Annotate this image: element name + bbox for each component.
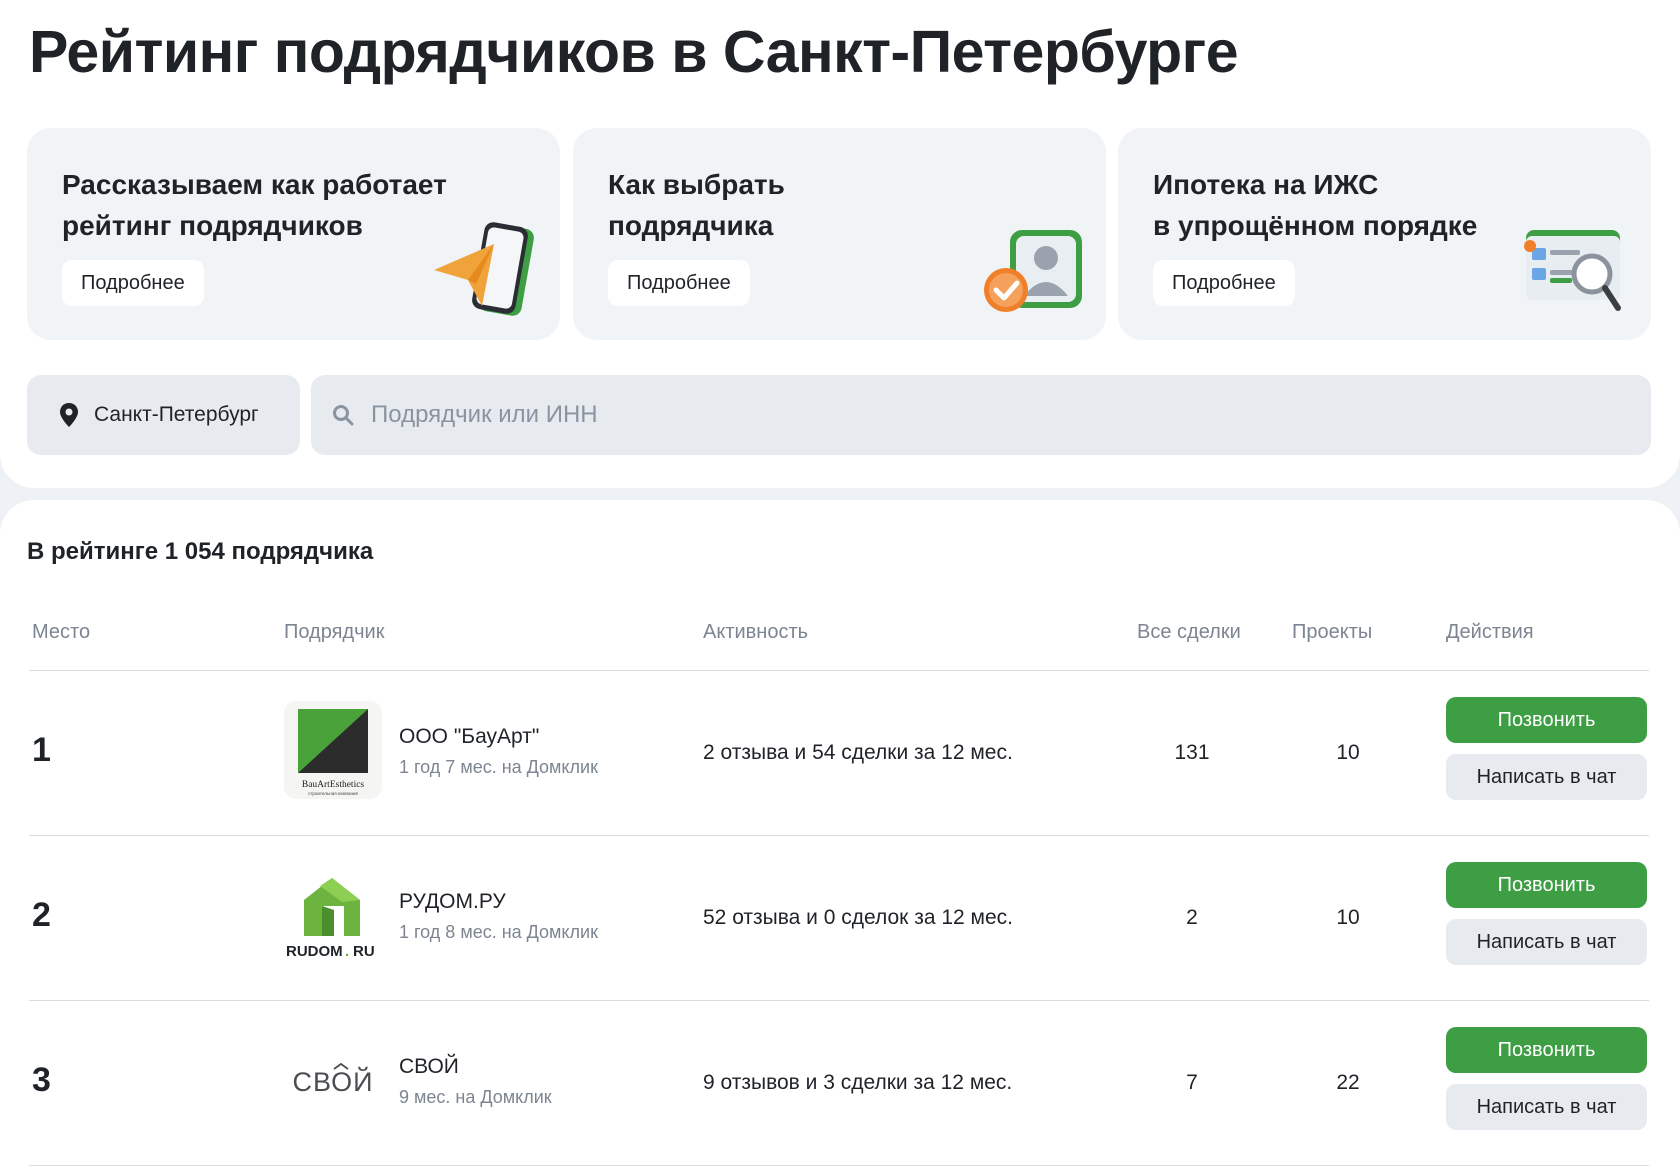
call-button[interactable]: Позвонить [1446,1027,1647,1073]
contractor-logo: RUDOM . RU [284,866,382,964]
chat-button[interactable]: Написать в чат [1446,754,1647,800]
column-header-contractor: Подрядчик [284,621,385,643]
column-header-place: Место [32,621,91,643]
contractor-name[interactable]: ООО "БауАрт" [399,725,539,749]
contractor-age: 1 год 8 мес. на Домклик [399,922,598,942]
contractor-name[interactable]: РУДОМ.РУ [399,890,506,914]
row-place: 1 [32,731,51,769]
promo-card-mortgage[interactable]: Ипотека на ИЖС в упрощённом порядке Подр… [1118,128,1651,340]
contractor-age: 9 мес. на Домклик [399,1087,552,1107]
column-header-projects: Проекты [1292,621,1373,643]
page-title: Рейтинг подрядчиков в Санкт-Петербурге [29,19,1239,85]
promo-title: Ипотека на ИЖС в упрощённом порядке [1153,169,1478,241]
svoy-logo: СВОЙ [292,1062,373,1097]
contractor-deals: 7 [1186,1071,1198,1094]
contractor-projects: 10 [1336,741,1360,764]
contractor-deals: 131 [1174,741,1210,764]
more-button[interactable]: Подробнее [608,260,750,306]
phone-paper-plane-icon [434,222,534,316]
promo-card-choose[interactable]: Как выбрать подрядчика Подробнее [573,128,1106,340]
column-header-actions: Действия [1446,621,1534,643]
browser-magnifier-icon [1524,230,1621,311]
table-row: 3 СВОЙ СВОЙ 9 мес. на Домклик 9 отзывов … [0,1001,1680,1166]
rudom-logo-dot: . [345,943,349,960]
column-header-deals: Все сделки [1137,621,1241,643]
contractor-activity: 52 отзыва и 0 сделок за 12 мес. [703,906,1013,929]
rudom-logo-text-a: RUDOM [286,943,343,960]
rating-count: В рейтинге 1 054 подрядчика [27,538,374,565]
contractor-logo: BauArtEsthetics строительная компания [284,701,382,799]
top-section: Рейтинг подрядчиков в Санкт-Петербурге Р… [0,0,1680,488]
call-button[interactable]: Позвонить [1446,862,1647,908]
svoy-logo-text: СВОЙ [292,1066,373,1097]
promo-card-rating[interactable]: Рассказываем как работает рейтинг подряд… [27,128,560,340]
bauart-logo-subtext: строительная компания [308,791,358,796]
contractor-activity: 9 отзывов и 3 сделки за 12 мес. [703,1071,1013,1094]
more-button[interactable]: Подробнее [1153,260,1295,306]
call-button[interactable]: Позвонить [1446,697,1647,743]
bauart-logo: BauArtEsthetics строительная компания [298,709,368,796]
row-divider [29,1165,1649,1166]
promo-title: Как выбрать подрядчика [608,169,785,241]
row-place: 2 [32,896,51,934]
contractor-name[interactable]: СВОЙ [399,1055,459,1079]
contractor-logo: СВОЙ [284,1031,382,1129]
promo-title: Рассказываем как работает рейтинг подряд… [62,169,447,241]
location-pin-icon [60,403,78,427]
contractor-projects: 10 [1336,906,1360,929]
more-button[interactable]: Подробнее [62,260,204,306]
table-row: 1 BauArtEsthetics строительная компания … [0,671,1680,836]
city-selector[interactable]: Санкт-Петербург [27,375,300,455]
rating-section: В рейтинге 1 054 подрядчика Место Подряд… [0,500,1680,1172]
search-input[interactable] [371,401,1571,429]
table-row: 2 RUDOM . RU РУДОМ.РУ 1 год 8 мес. на До… [0,836,1680,1001]
contractor-projects: 22 [1336,1071,1360,1094]
search-box[interactable] [311,375,1651,455]
contractor-deals: 2 [1186,906,1198,929]
rudom-logo-text-b: RU [353,943,375,960]
contractor-age: 1 год 7 мес. на Домклик [399,757,598,777]
rudom-logo: RUDOM . RU [286,878,375,960]
city-name: Санкт-Петербург [94,403,259,426]
search-icon [333,405,354,426]
row-place: 3 [32,1061,51,1099]
contractor-activity: 2 отзыва и 54 сделки за 12 мес. [703,741,1013,764]
bauart-logo-text: BauArtEsthetics [302,780,365,790]
column-header-activity: Активность [703,621,809,643]
chat-button[interactable]: Написать в чат [1446,919,1647,965]
chat-button[interactable]: Написать в чат [1446,1084,1647,1130]
profile-check-icon [984,230,1082,312]
